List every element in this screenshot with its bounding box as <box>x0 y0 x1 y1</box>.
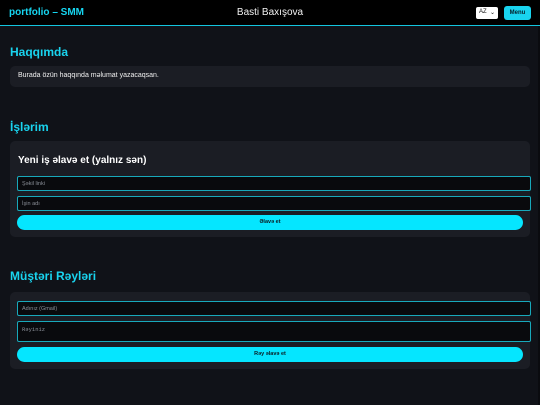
owner-name: Basti Baxışova <box>236 7 304 18</box>
reviews-section-title: Müştəri Rəyləri <box>10 269 97 283</box>
review-name-input[interactable]: Adınız (Gmail) <box>17 301 531 316</box>
language-selected: AZ <box>479 9 487 15</box>
chevron-down-icon: ⌄ <box>489 10 495 16</box>
about-text: Burada özün haqqında məlumat yazacaqsan. <box>18 72 159 79</box>
add-review-card: Adınız (Gmail) Rəyiniz Rəy əlavə et <box>10 292 531 369</box>
add-review-button[interactable]: Rəy əlavə et <box>17 347 523 362</box>
about-card: Burada özün haqqında məlumat yazacaqsan. <box>10 66 530 87</box>
add-work-title: Yeni iş əlavə et (yalnız sən) <box>18 155 147 166</box>
add-work-button[interactable]: Əlavə et <box>17 215 523 230</box>
page: portfolio – SMM Basti Baxışova AZ ⌄ Menu… <box>0 0 540 405</box>
top-navbar: portfolio – SMM Basti Baxışova AZ ⌄ Menu <box>0 0 540 26</box>
add-work-card: Yeni iş əlavə et (yalnız sən) Şəkil link… <box>10 141 531 237</box>
work-name-input[interactable]: İşin adı <box>17 196 531 211</box>
about-section-title: Haqqımda <box>10 45 69 59</box>
review-text-area[interactable]: Rəyiniz <box>17 321 531 342</box>
language-select[interactable]: AZ ⌄ <box>476 7 498 19</box>
menu-button[interactable]: Menu <box>504 6 531 20</box>
works-section-title: İşlərim <box>10 120 49 134</box>
work-image-link-input[interactable]: Şəkil linki <box>17 176 531 191</box>
